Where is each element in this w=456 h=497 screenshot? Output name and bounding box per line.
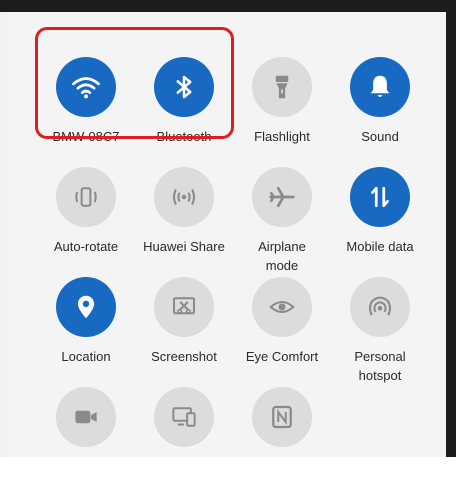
quick-settings-screen: BMW-08C7 Bluetooth Flashlight Sound Auto… bbox=[0, 0, 456, 457]
huawei-share-icon bbox=[173, 189, 195, 205]
highlight-box bbox=[35, 27, 234, 139]
mobile-data-toggle[interactable] bbox=[350, 167, 410, 227]
airplane-icon bbox=[269, 186, 295, 208]
auto-rotate-toggle[interactable] bbox=[56, 167, 116, 227]
tile-flashlight[interactable]: Flashlight bbox=[230, 57, 334, 167]
sound-toggle[interactable] bbox=[350, 57, 410, 117]
tile-sound[interactable]: Sound bbox=[328, 57, 432, 167]
tile-label: Sound bbox=[361, 129, 399, 144]
left-edge bbox=[0, 0, 10, 457]
wireless-projection-icon bbox=[172, 407, 196, 427]
mobile-data-icon bbox=[371, 186, 389, 208]
bell-icon bbox=[370, 75, 390, 97]
top-bezel bbox=[0, 0, 456, 12]
flashlight-toggle[interactable] bbox=[252, 57, 312, 117]
tile-nfc[interactable] bbox=[230, 387, 334, 497]
screenshot-toggle[interactable] bbox=[154, 277, 214, 337]
tile-airplane-mode[interactable]: Airplane mode bbox=[230, 167, 334, 277]
tile-label: Personal hotspot bbox=[354, 349, 406, 383]
tile-huawei-share[interactable]: Huawei Share bbox=[132, 167, 236, 277]
nfc-icon bbox=[272, 405, 292, 429]
tile-screenshot[interactable]: Screenshot bbox=[132, 277, 236, 387]
tile-screen-recorder[interactable] bbox=[34, 387, 138, 497]
personal-hotspot-toggle[interactable] bbox=[350, 277, 410, 337]
location-pin-icon bbox=[77, 295, 95, 319]
screen-recorder-icon bbox=[75, 410, 97, 424]
tile-personal-hotspot[interactable]: Personal hotspot bbox=[328, 277, 432, 387]
tile-auto-rotate[interactable]: Auto-rotate bbox=[34, 167, 138, 277]
tile-label: Mobile data bbox=[346, 239, 414, 254]
right-bezel bbox=[446, 0, 456, 457]
eye-comfort-toggle[interactable] bbox=[252, 277, 312, 337]
tile-mobile-data[interactable]: Mobile data bbox=[328, 167, 432, 277]
hotspot-icon bbox=[369, 296, 391, 316]
tile-eye-comfort[interactable]: Eye Comfort bbox=[230, 277, 334, 387]
tile-wireless-projection[interactable] bbox=[132, 387, 236, 497]
wireless-projection-toggle[interactable] bbox=[154, 387, 214, 447]
screen-recorder-toggle[interactable] bbox=[56, 387, 116, 447]
auto-rotate-icon bbox=[75, 187, 97, 207]
screenshot-icon bbox=[173, 297, 195, 315]
airplane-mode-toggle[interactable] bbox=[252, 167, 312, 227]
flashlight-icon bbox=[275, 75, 289, 99]
tile-location[interactable]: Location bbox=[34, 277, 138, 387]
eye-icon bbox=[269, 301, 295, 313]
nfc-toggle[interactable] bbox=[252, 387, 312, 447]
location-toggle[interactable] bbox=[56, 277, 116, 337]
huawei-share-toggle[interactable] bbox=[154, 167, 214, 227]
